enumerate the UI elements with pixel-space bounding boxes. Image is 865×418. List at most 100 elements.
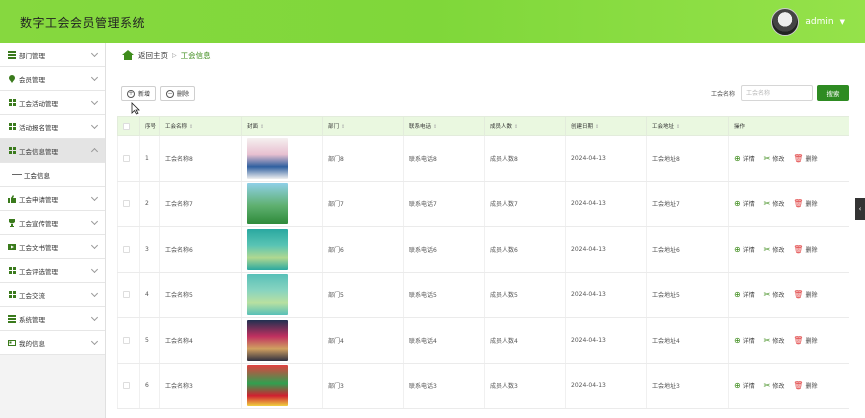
cell-date: 2024-04-13: [565, 272, 647, 318]
detail-button[interactable]: ⊕ 详情: [734, 381, 755, 390]
cell-index: 5: [139, 317, 160, 364]
chevron-down-icon: [90, 265, 99, 274]
thumb-icon: [8, 194, 16, 203]
username[interactable]: admin: [805, 17, 833, 27]
pin-icon: [8, 74, 16, 83]
user-menu[interactable]: admin ▼: [771, 8, 845, 36]
sidebar-item-label: 工会评选管理: [19, 267, 58, 276]
detail-button[interactable]: ⊕ 详情: [734, 199, 755, 208]
sidebar-item-label: 工会宣传管理: [19, 219, 58, 228]
breadcrumb-home[interactable]: 返回主页: [138, 50, 168, 61]
trash-icon: 🗑: [793, 381, 804, 391]
cell-address: 工会地址4: [646, 317, 729, 364]
select-all-checkbox[interactable]: [123, 122, 130, 130]
chevron-down-icon: [90, 241, 99, 250]
card-icon: [8, 339, 16, 347]
column-header-cover[interactable]: 封面 ⇕: [241, 116, 323, 136]
delete-button[interactable]: − 删除: [160, 86, 196, 101]
column-header-phone[interactable]: 联系电话 ⇕: [403, 116, 485, 136]
column-header-members[interactable]: 成员人数 ⇕: [484, 116, 566, 136]
edit-button[interactable]: ✂ 修改: [764, 199, 785, 208]
cell-members: 成员人数6: [484, 226, 566, 273]
column-header-date[interactable]: 创建日期 ⇕: [565, 116, 647, 136]
cell-address: 工会地址3: [646, 363, 729, 409]
search-input[interactable]: [741, 85, 813, 101]
cover-image[interactable]: [247, 137, 288, 179]
cover-image[interactable]: [247, 228, 288, 270]
row-checkbox[interactable]: [123, 245, 130, 253]
row-delete-button[interactable]: 🗑 删除: [793, 154, 817, 163]
sidebar-item-member[interactable]: 会员管理: [0, 67, 105, 91]
search-label: 工会名称: [711, 91, 736, 98]
sidebar-item-system[interactable]: 系统管理: [0, 307, 105, 331]
sidebar-item-exchange[interactable]: 工会交流: [0, 283, 105, 307]
sidebar-item-label: 工会文书管理: [19, 243, 58, 252]
add-button[interactable]: + 新增: [121, 86, 157, 101]
list-icon: [8, 50, 16, 59]
cell-name: 工会名称5: [159, 272, 242, 318]
sidebar-subitem-union-info[interactable]: 工会信息: [0, 163, 105, 187]
avatar[interactable]: [771, 8, 800, 36]
row-delete-button[interactable]: 🗑 删除: [793, 290, 817, 299]
detail-button[interactable]: ⊕ 详情: [734, 154, 755, 163]
cover-image[interactable]: [247, 274, 288, 316]
sidebar-item-dept[interactable]: 部门管理: [0, 43, 105, 67]
trophy-icon: [8, 218, 16, 227]
cell-date: 2024-04-13: [565, 135, 647, 182]
column-header-dept[interactable]: 部门 ⇕: [322, 116, 404, 136]
search-icon: ⊕: [734, 290, 741, 300]
chevron-down-icon: [90, 73, 99, 82]
detail-button[interactable]: ⊕ 详情: [734, 336, 755, 345]
sidebar-item-union-info[interactable]: 工会信息管理: [0, 139, 105, 163]
cell-members: 成员人数8: [484, 135, 566, 182]
cover-image[interactable]: [247, 365, 288, 407]
sidebar-item-selection[interactable]: 工会评选管理: [0, 259, 105, 283]
add-button-label: 新增: [138, 91, 151, 98]
row-checkbox[interactable]: [123, 336, 130, 344]
sidebar-item-profile[interactable]: 我的信息: [0, 331, 105, 355]
cell-phone: 联系电话4: [403, 317, 485, 364]
cell-address: 工会地址8: [646, 135, 729, 182]
chevron-down-icon: [90, 121, 99, 130]
cell-members: 成员人数3: [484, 363, 566, 409]
sidebar-item-signup[interactable]: 活动报名管理: [0, 115, 105, 139]
edit-button[interactable]: ✂ 修改: [764, 154, 785, 163]
cover-image[interactable]: [247, 183, 288, 225]
cover-image[interactable]: [247, 319, 288, 361]
row-checkbox[interactable]: [123, 200, 130, 208]
sidebar-item-apply[interactable]: 工会申请管理: [0, 187, 105, 211]
row-delete-button[interactable]: 🗑 删除: [793, 199, 817, 208]
row-delete-button[interactable]: 🗑 删除: [793, 245, 817, 254]
edit-button[interactable]: ✂ 修改: [764, 290, 785, 299]
sidebar-item-activity[interactable]: 工会活动管理: [0, 91, 105, 115]
edit-icon: ✂: [763, 199, 771, 209]
delete-button-label: 删除: [177, 91, 190, 98]
cell-phone: 联系电话6: [403, 226, 485, 273]
collapse-tab[interactable]: ‹: [855, 198, 865, 220]
home-icon[interactable]: [122, 50, 134, 60]
row-checkbox[interactable]: [123, 291, 130, 299]
trash-icon: 🗑: [793, 199, 804, 209]
row-delete-button[interactable]: 🗑 删除: [793, 336, 817, 345]
sidebar: 部门管理 会员管理 工会活动管理 活动报名管理 工会信息管理 工会信息 工会申请…: [0, 43, 106, 418]
edit-icon: ✂: [763, 290, 771, 300]
column-header-name[interactable]: 工会名称 ⇕: [159, 116, 242, 136]
edit-button[interactable]: ✂ 修改: [764, 336, 785, 345]
sidebar-item-promo[interactable]: 工会宣传管理: [0, 211, 105, 235]
row-checkbox[interactable]: [123, 154, 130, 162]
search-button[interactable]: 搜索: [817, 85, 849, 101]
cell-address: 工会地址7: [646, 181, 729, 227]
detail-button[interactable]: ⊕ 详情: [734, 290, 755, 299]
detail-button[interactable]: ⊕ 详情: [734, 245, 755, 254]
sidebar-item-label: 工会活动管理: [19, 99, 58, 108]
edit-button[interactable]: ✂ 修改: [764, 245, 785, 254]
row-delete-button[interactable]: 🗑 删除: [793, 381, 817, 390]
row-checkbox[interactable]: [123, 382, 130, 390]
breadcrumb-separator: ▷: [172, 51, 177, 59]
chevron-down-icon[interactable]: ▼: [840, 18, 845, 26]
sidebar-item-document[interactable]: 工会文书管理: [0, 235, 105, 259]
column-header-address[interactable]: 工会地址 ⇕: [646, 116, 729, 136]
edit-button[interactable]: ✂ 修改: [764, 381, 785, 390]
cell-address: 工会地址6: [646, 226, 729, 273]
column-header-actions: 操作: [728, 116, 849, 136]
